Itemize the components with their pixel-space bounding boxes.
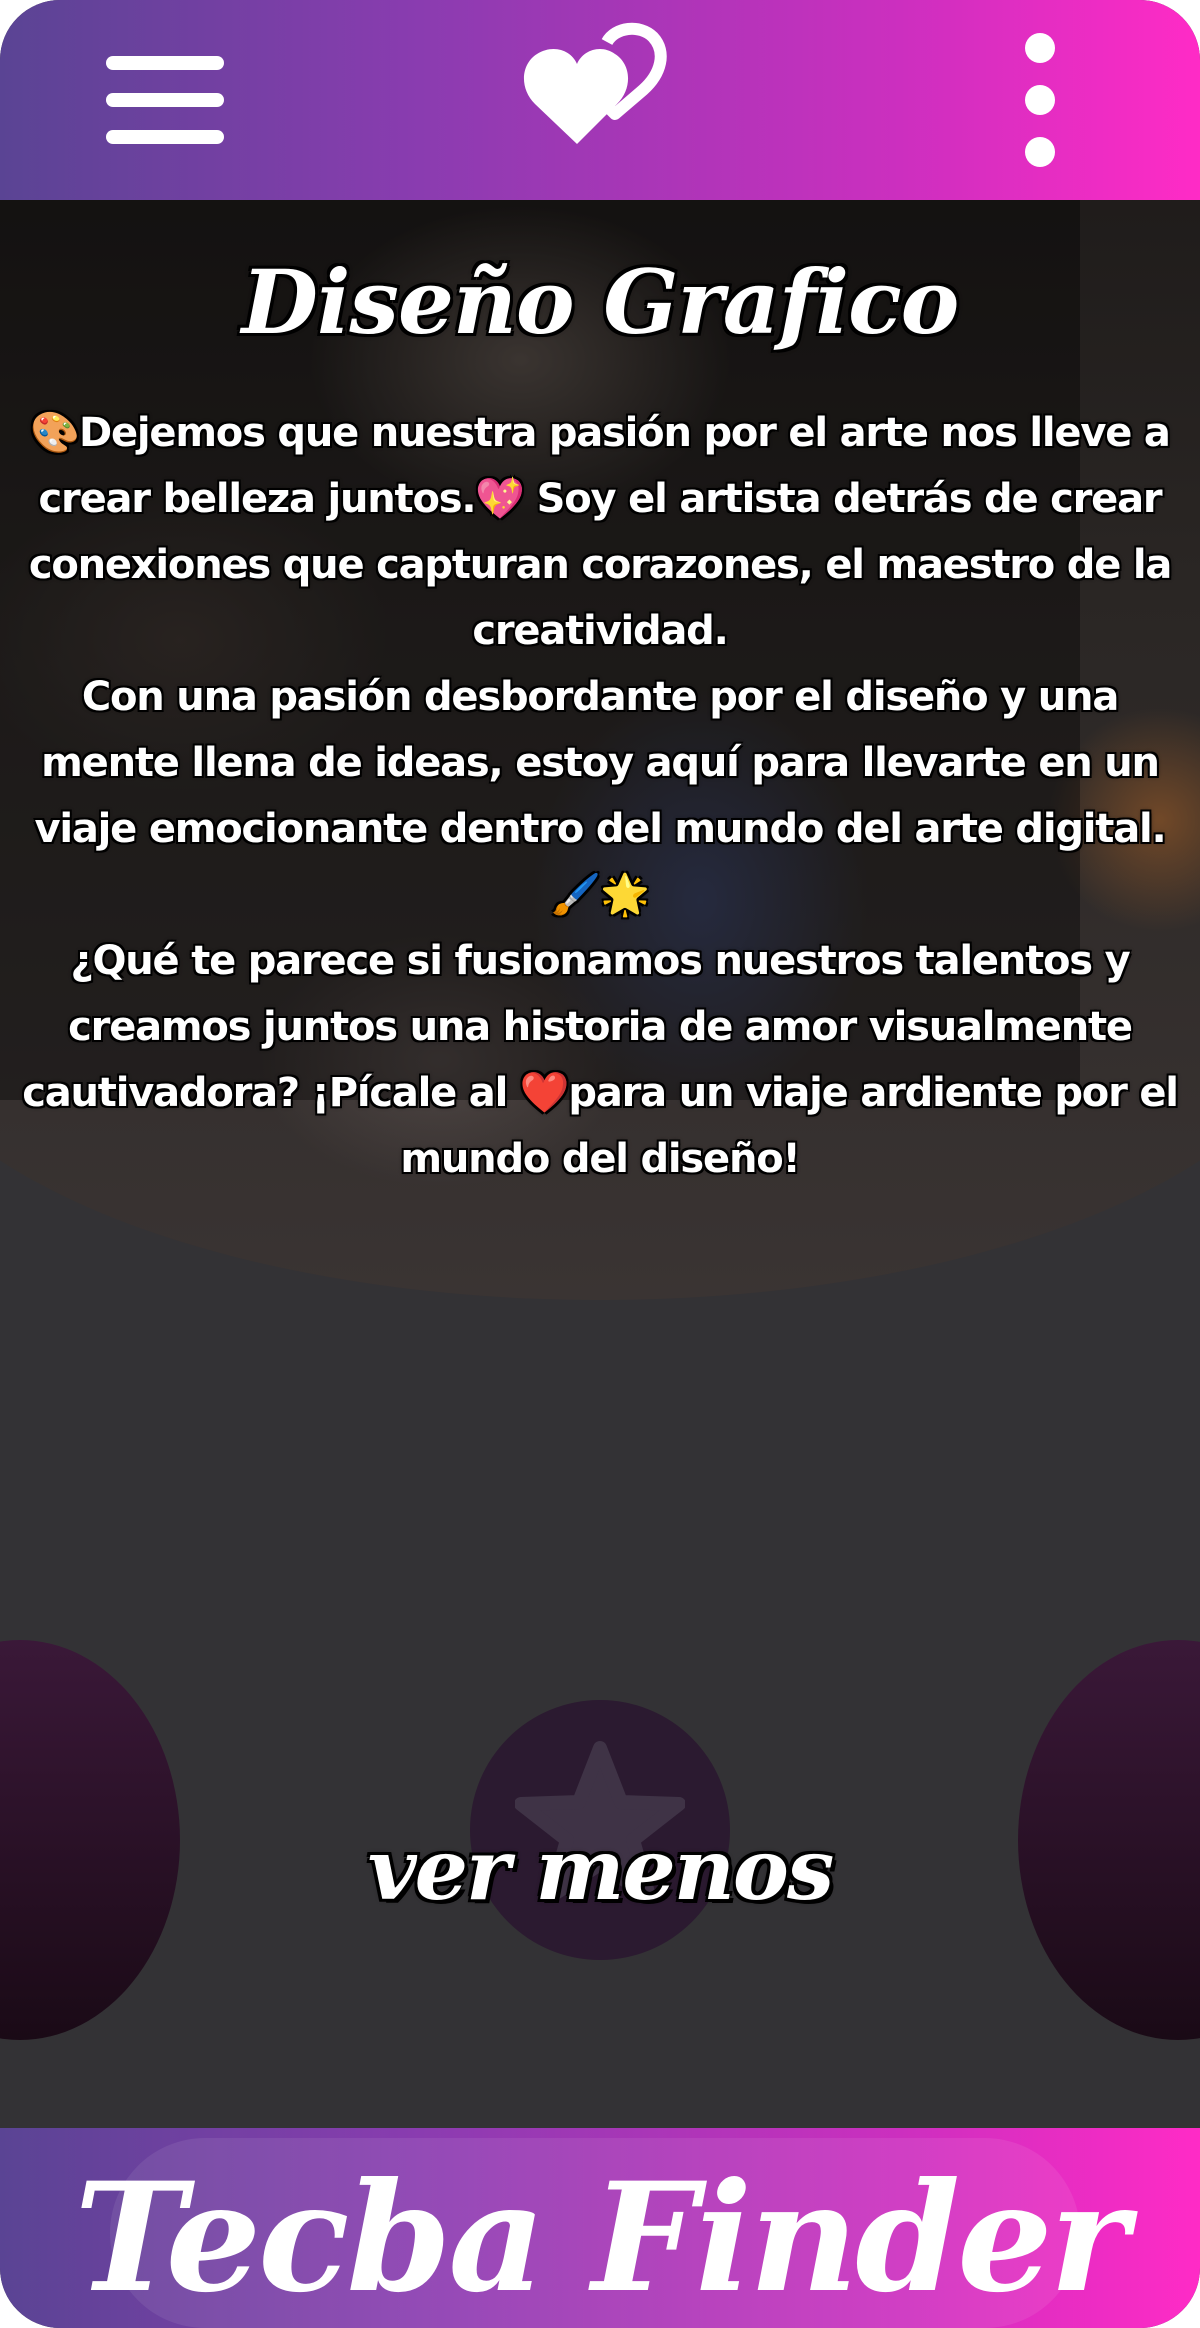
description-line: 🎨Dejemos que nuestra pasión por el arte …	[30, 410, 1171, 456]
description-line: viaje emocionante dentro del mundo del a…	[34, 806, 1166, 852]
app-screen: Diseño Grafico 🎨Dejemos que nuestra pasi…	[0, 0, 1200, 2328]
more-options-icon[interactable]	[1010, 25, 1070, 175]
profile-description: 🎨Dejemos que nuestra pasión por el arte …	[0, 400, 1200, 1192]
description-line: creamos juntos una historia de amor visu…	[68, 1004, 1133, 1050]
description-line: crear belleza juntos.💖 Soy el artista de…	[38, 476, 1163, 522]
description-line: creatividad.	[472, 608, 728, 654]
top-bar	[0, 0, 1200, 200]
description-line: mente llena de ideas, estoy aquí para ll…	[41, 740, 1160, 786]
description-line: 🖌️🌟	[551, 872, 649, 918]
description-line: cautivadora? ¡Pícale al ❤️para un viaje …	[22, 1070, 1179, 1116]
bottom-brand-bar: Tecba Finder	[0, 2128, 1200, 2328]
description-line: mundo del diseño!	[400, 1136, 800, 1182]
description-line: conexiones que capturan corazones, el ma…	[28, 542, 1173, 588]
see-less-link[interactable]: ver menos	[0, 1820, 1200, 1919]
description-line: ¿Qué te parece si fusionamos nuestros ta…	[70, 938, 1130, 984]
hamburger-menu-icon[interactable]	[100, 50, 230, 150]
profile-content: Diseño Grafico 🎨Dejemos que nuestra pasi…	[0, 200, 1200, 2128]
profile-title: Diseño Grafico	[241, 250, 960, 354]
description-line: Con una pasión desbordante por el diseño…	[81, 674, 1119, 720]
two-hearts-logo-icon	[515, 22, 685, 152]
brand-name: Tecba Finder	[74, 2150, 1128, 2326]
